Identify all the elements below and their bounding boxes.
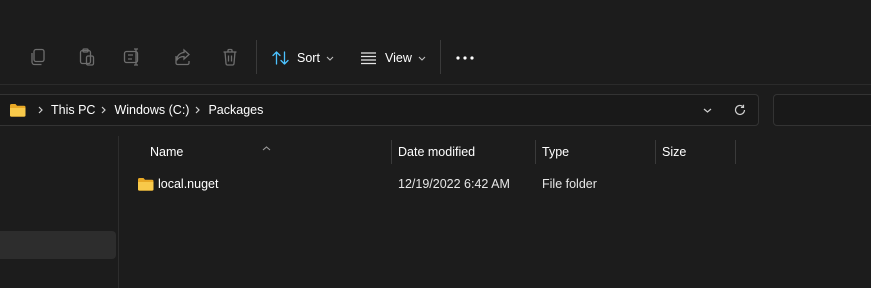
- share-icon[interactable]: [169, 44, 195, 70]
- sort-label: Sort: [297, 51, 320, 65]
- column-divider[interactable]: [535, 140, 536, 164]
- column-header-type[interactable]: Type: [542, 140, 569, 164]
- address-actions: [692, 95, 758, 125]
- file-name: local.nuget: [158, 177, 219, 191]
- history-dropdown-icon[interactable]: [692, 108, 722, 113]
- more-options-button[interactable]: [452, 44, 478, 72]
- file-row[interactable]: local.nuget 12/19/2022 6:42 AM File fold…: [130, 172, 690, 196]
- more-icon: [456, 56, 474, 60]
- folder-icon: [9, 103, 26, 117]
- breadcrumb-this-pc[interactable]: This PC: [51, 103, 95, 117]
- column-divider[interactable]: [735, 140, 736, 164]
- view-button[interactable]: View: [360, 44, 426, 72]
- file-date-modified: 12/19/2022 6:42 AM: [398, 177, 510, 191]
- chevron-down-icon: [326, 56, 334, 61]
- command-bar: Sort View: [0, 0, 871, 85]
- sort-icon: [272, 50, 289, 66]
- delete-icon[interactable]: [217, 44, 243, 70]
- view-label: View: [385, 51, 412, 65]
- rename-icon[interactable]: [120, 44, 146, 70]
- search-input[interactable]: [773, 94, 871, 126]
- column-header-name[interactable]: Name: [150, 140, 183, 164]
- sort-button[interactable]: Sort: [272, 44, 334, 72]
- breadcrumb-packages[interactable]: Packages: [208, 103, 263, 117]
- view-icon: [360, 51, 377, 65]
- file-type: File folder: [542, 177, 597, 191]
- breadcrumb-windows-c[interactable]: Windows (C:): [114, 103, 189, 117]
- address-bar[interactable]: This PC Windows (C:) Packages: [0, 94, 759, 126]
- copy-icon[interactable]: [25, 44, 51, 70]
- pane-splitter[interactable]: [118, 136, 119, 288]
- chevron-right-icon[interactable]: [195, 106, 201, 114]
- toolbar-separator: [440, 40, 441, 74]
- nav-selected-item[interactable]: [0, 231, 116, 259]
- chevron-right-icon[interactable]: [101, 106, 107, 114]
- folder-icon: [137, 172, 154, 196]
- column-divider[interactable]: [655, 140, 656, 164]
- chevron-right-icon[interactable]: [38, 106, 43, 114]
- refresh-icon[interactable]: [722, 104, 758, 116]
- sort-ascending-icon: [262, 138, 271, 156]
- paste-icon[interactable]: [74, 44, 100, 70]
- column-header-size[interactable]: Size: [662, 140, 686, 164]
- column-header-date-modified[interactable]: Date modified: [398, 140, 475, 164]
- column-divider[interactable]: [391, 140, 392, 164]
- navigation-pane: [0, 136, 117, 288]
- breadcrumb: This PC Windows (C:) Packages: [9, 95, 263, 125]
- toolbar-separator: [256, 40, 257, 74]
- chevron-down-icon: [418, 56, 426, 61]
- file-explorer-window: Sort View This PC Windows (C:) Packages …: [0, 0, 871, 288]
